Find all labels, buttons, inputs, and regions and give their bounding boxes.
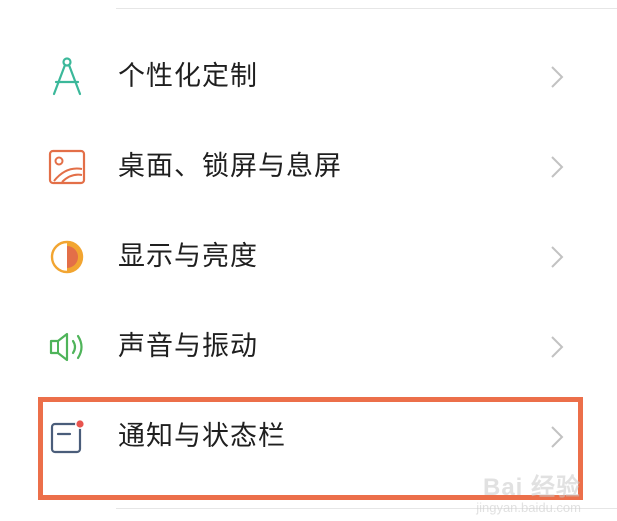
notification-icon [44,414,90,460]
compass-icon [44,54,90,100]
settings-item-display-brightness[interactable]: 显示与亮度 [0,212,617,302]
wallpaper-icon [44,144,90,190]
chevron-right-icon [549,334,565,360]
settings-item-label: 桌面、锁屏与息屏 [118,151,342,182]
settings-item-label: 个性化定制 [118,61,258,92]
settings-item-personalization[interactable]: 个性化定制 [0,32,617,122]
settings-item-notification-statusbar[interactable]: 通知与状态栏 [0,392,617,482]
divider [116,8,617,9]
chevron-right-icon [549,424,565,450]
brightness-icon [44,234,90,280]
settings-item-label: 声音与振动 [118,331,258,362]
chevron-right-icon [549,64,565,90]
settings-item-label: 通知与状态栏 [118,421,286,452]
settings-item-desktop-lockscreen[interactable]: 桌面、锁屏与息屏 [0,122,617,212]
speaker-icon [44,324,90,370]
settings-item-label: 显示与亮度 [118,241,258,272]
divider [116,508,617,509]
chevron-right-icon [549,244,565,270]
chevron-right-icon [549,154,565,180]
settings-item-sound-vibration[interactable]: 声音与振动 [0,302,617,392]
